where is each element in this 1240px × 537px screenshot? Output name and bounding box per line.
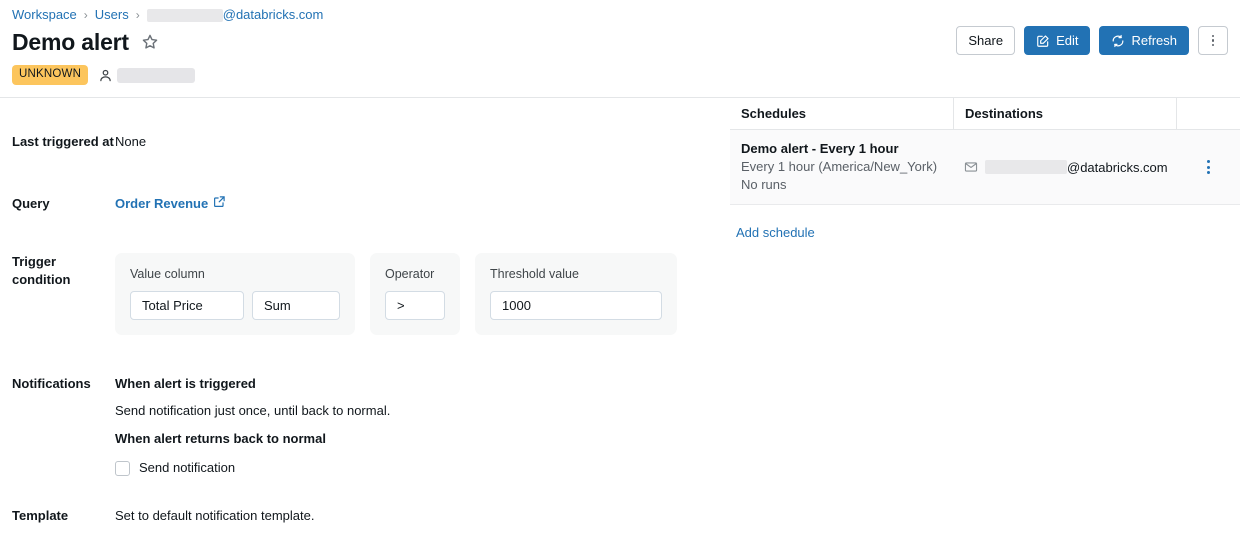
redacted-owner-bar [117,68,195,83]
panel-label-threshold-value: Threshold value [490,266,662,283]
panel-label-operator: Operator [385,266,445,283]
send-notification-checkbox[interactable] [115,461,130,476]
title-row: Demo alert [12,28,159,56]
schedules-table-header: Schedules Destinations [730,98,1240,130]
row-kebab-menu-icon[interactable] [1207,160,1210,174]
owner-chip [98,68,195,83]
field-label-last-triggered: Last triggered at [0,133,115,151]
notifications-normal-heading: When alert returns back to normal [115,430,390,448]
add-schedule-link[interactable]: Add schedule [736,225,815,240]
field-template: Template Set to default notification tem… [0,507,314,525]
breadcrumb-user-domain: @databricks.com [223,6,324,24]
share-button[interactable]: Share [956,26,1015,55]
destination-cell: @databricks.com [953,150,1176,185]
field-notifications: Notifications When alert is triggered Se… [0,375,390,477]
refresh-button[interactable]: Refresh [1099,26,1189,55]
column-header-schedules: Schedules [730,98,953,130]
field-label-template: Template [0,507,115,525]
notifications-block: When alert is triggered Send notificatio… [115,375,390,477]
refresh-button-label: Refresh [1131,33,1177,48]
schedule-cadence: Every 1 hour (America/New_York) [741,158,942,176]
header-actions: Share Edit Refresh [956,26,1228,55]
field-label-query: Query [0,195,115,213]
field-trigger-condition: Trigger condition Value column Total Pri… [0,253,677,335]
pencil-square-icon [1036,34,1050,48]
panel-operator: Operator > [370,253,460,335]
breadcrumb: Workspace › Users › @databricks.com [12,6,323,24]
external-link-icon [213,195,226,213]
kebab-menu-icon [1212,35,1215,47]
value-column-select[interactable]: Total Price [130,291,244,320]
breadcrumb-item-user[interactable]: @databricks.com [147,6,324,24]
query-link-label: Order Revenue [115,195,208,213]
field-value-last-triggered: None [115,133,146,151]
query-link[interactable]: Order Revenue [115,195,226,213]
field-value-template: Set to default notification template. [115,507,314,525]
panel-label-value-column: Value column [130,266,340,283]
edit-button[interactable]: Edit [1024,26,1090,55]
table-row[interactable]: Demo alert - Every 1 hour Every 1 hour (… [730,130,1240,205]
schedule-name: Demo alert - Every 1 hour [741,140,942,158]
redacted-username-bar [147,9,223,22]
status-badge: UNKNOWN [12,65,88,85]
redacted-email-bar [985,160,1067,174]
field-label-notifications: Notifications [0,375,115,393]
schedules-panel: Schedules Destinations Demo alert - Ever… [730,98,1240,242]
star-outline-icon[interactable] [141,33,159,51]
threshold-input[interactable]: 1000 [490,291,662,320]
edit-button-label: Edit [1056,33,1078,48]
person-icon [98,68,113,83]
trigger-condition-panels: Value column Total Price Sum Operator > … [115,253,677,335]
status-row: UNKNOWN [12,65,195,85]
operator-select[interactable]: > [385,291,445,320]
breadcrumb-item-users[interactable]: Users [95,6,129,24]
page-title: Demo alert [12,28,129,56]
more-options-button[interactable] [1198,26,1228,55]
send-notification-checkbox-row[interactable]: Send notification [115,459,390,477]
field-last-triggered: Last triggered at None [0,133,146,151]
schedule-info-cell: Demo alert - Every 1 hour Every 1 hour (… [730,130,953,204]
notifications-triggered-heading: When alert is triggered [115,375,390,393]
breadcrumb-item-workspace[interactable]: Workspace [12,6,77,24]
column-header-destinations: Destinations [953,98,1176,130]
send-notification-label[interactable]: Send notification [139,459,235,477]
panel-threshold-value: Threshold value 1000 [475,253,677,335]
notifications-triggered-text: Send notification just once, until back … [115,402,390,420]
panel-value-column: Value column Total Price Sum [115,253,355,335]
column-header-actions [1176,98,1240,130]
mail-icon [964,160,978,174]
schedules-table: Schedules Destinations Demo alert - Ever… [730,98,1240,205]
row-actions-cell [1176,160,1240,174]
destination-email: @databricks.com [985,160,1168,175]
field-query: Query Order Revenue [0,195,226,213]
field-label-trigger-condition: Trigger condition [0,253,115,289]
schedule-runs: No runs [741,176,942,194]
breadcrumb-separator: › [84,6,88,24]
aggregation-select[interactable]: Sum [252,291,340,320]
refresh-icon [1111,34,1125,48]
destination-email-domain: @databricks.com [1067,160,1168,175]
breadcrumb-separator: › [136,6,140,24]
